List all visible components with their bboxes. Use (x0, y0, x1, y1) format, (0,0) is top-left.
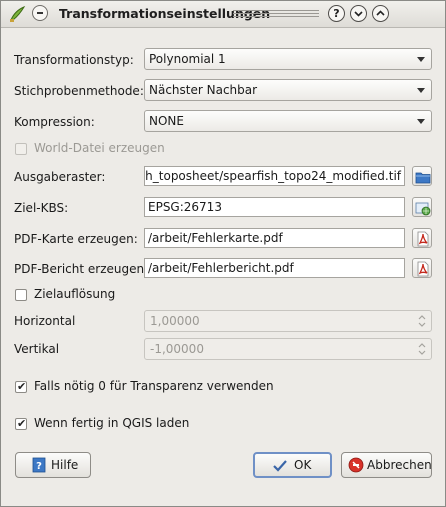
pdf-map-label: PDF-Karte erzeugen: (14, 232, 138, 246)
target-resolution-checkbox[interactable] (15, 289, 27, 301)
title-bar[interactable]: Transformationseinstellungen ? (1, 1, 445, 28)
compression-select[interactable]: NONE (144, 110, 432, 132)
resampling-select[interactable]: Nächster Nachbar (144, 79, 432, 101)
cancel-button-label: Abbrechen (367, 458, 432, 472)
target-crs-label: Ziel-KBS: (14, 201, 69, 215)
pdf-icon (417, 261, 429, 277)
cancel-icon (348, 457, 364, 473)
crs-globe-icon (415, 202, 431, 216)
horizontal-value: 1,00000 (150, 314, 200, 328)
folder-icon (415, 172, 431, 184)
checkmark-icon: ✔ (17, 380, 27, 393)
transform-type-select[interactable]: Polynomial 1 (144, 48, 432, 70)
output-raster-input[interactable]: rfish_toposheet/spearfish_topo24_modifie… (144, 166, 405, 186)
compression-value: NONE (149, 114, 184, 128)
load-in-qgis-checkbox[interactable]: ✔ (15, 418, 27, 430)
pdf-icon (417, 231, 429, 247)
zero-transparency-label: Falls nötig 0 für Transparenz verwenden (34, 379, 274, 393)
help-button[interactable]: ? Hilfe (15, 452, 91, 478)
cancel-button[interactable]: Abbrechen (341, 452, 432, 478)
world-file-label: World-Datei erzeugen (34, 141, 165, 155)
target-resolution-label: Zielauflösung (34, 287, 116, 301)
output-raster-label: Ausgaberaster: (14, 170, 106, 184)
checkmark-icon: ✔ (17, 417, 27, 430)
svg-text:?: ? (36, 461, 42, 472)
spin-arrows-icon (418, 315, 426, 327)
vertical-label: Vertikal (14, 342, 60, 356)
browse-pdf-map-button[interactable] (412, 228, 432, 248)
help-book-icon: ? (32, 457, 46, 473)
vertical-value: -1,00000 (150, 342, 204, 356)
transform-type-value: Polynomial 1 (149, 52, 226, 66)
load-in-qgis-label: Wenn fertig in QGIS laden (34, 416, 190, 430)
resampling-value: Nächster Nachbar (149, 83, 258, 97)
pdf-map-value: /arbeit/Fehlerkarte.pdf (148, 231, 283, 245)
chevron-down-icon (417, 88, 425, 93)
select-crs-button[interactable] (412, 197, 432, 217)
resampling-label: Stichprobenmethode: (14, 84, 144, 98)
maximize-icon[interactable] (372, 5, 389, 22)
chevron-down-icon (417, 57, 425, 62)
vertical-spinbox[interactable]: -1,00000 (144, 338, 432, 360)
ok-button-label: OK (294, 458, 312, 472)
world-file-checkbox[interactable] (15, 143, 27, 155)
target-crs-input[interactable]: EPSG:26713 (144, 197, 405, 217)
transformation-settings-dialog: Transformationseinstellungen ? Transform… (0, 0, 446, 507)
chevron-down-icon (417, 119, 425, 124)
output-raster-value: rfish_toposheet/spearfish_topo24_modifie… (144, 169, 401, 183)
ok-button[interactable]: OK (253, 452, 332, 478)
help-icon[interactable]: ? (328, 5, 345, 22)
pdf-map-input[interactable]: /arbeit/Fehlerkarte.pdf (144, 228, 405, 248)
browse-pdf-report-button[interactable] (412, 258, 432, 278)
ok-check-icon (273, 460, 287, 472)
zero-transparency-checkbox[interactable]: ✔ (15, 381, 27, 393)
transform-type-label: Transformationstyp: (14, 53, 134, 67)
help-button-label: Hilfe (51, 458, 79, 472)
horizontal-spinbox[interactable]: 1,00000 (144, 310, 432, 332)
minimize-icon[interactable] (350, 5, 367, 22)
horizontal-label: Horizontal (14, 314, 76, 328)
window-menu-button[interactable] (32, 5, 48, 21)
title-grip (233, 10, 319, 18)
pdf-report-input[interactable]: /arbeit/Fehlerbericht.pdf (144, 258, 405, 278)
pdf-report-value: /arbeit/Fehlerbericht.pdf (148, 261, 294, 275)
browse-output-button[interactable] (412, 166, 432, 186)
pdf-report-label: PDF-Bericht erzeugen: (14, 262, 149, 276)
compression-label: Kompression: (14, 115, 95, 129)
spin-arrows-icon (418, 343, 426, 355)
target-crs-value: EPSG:26713 (148, 200, 222, 214)
qgis-app-icon (10, 5, 26, 22)
